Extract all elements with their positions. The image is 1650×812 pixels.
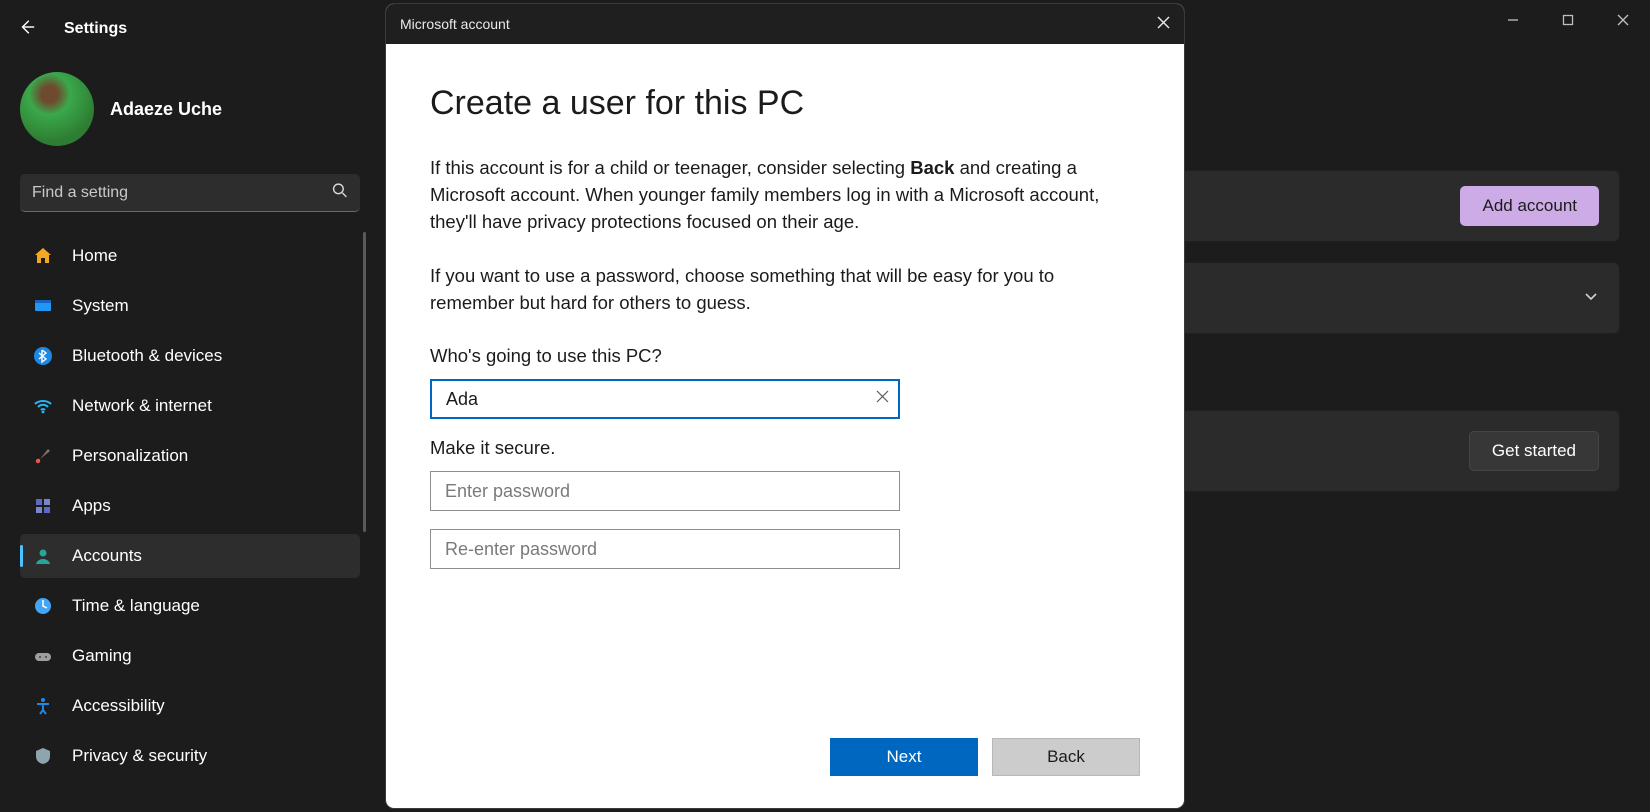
sidebar-item-label: Gaming [72,646,132,666]
apps-icon [32,495,54,517]
username-input[interactable] [430,379,900,419]
back-button-dialog[interactable]: Back [992,738,1140,776]
home-icon [32,245,54,267]
sidebar-item-label: Network & internet [72,396,212,416]
back-button[interactable] [18,18,36,41]
shield-icon [32,745,54,767]
profile-block[interactable]: Adaeze Uche [20,72,370,146]
dialog-paragraph-1: If this account is for a child or teenag… [430,155,1140,235]
dialog-close-button[interactable] [1157,16,1170,32]
search-icon [332,183,348,204]
password-confirm-input[interactable] [430,529,900,569]
sidebar-item-bluetooth[interactable]: Bluetooth & devices [20,334,360,378]
gamepad-icon [32,645,54,667]
sidebar-item-label: Home [72,246,117,266]
sidebar-item-label: Accessibility [72,696,165,716]
clock-globe-icon [32,595,54,617]
accessibility-icon [32,695,54,717]
search-input[interactable] [20,174,360,212]
sidebar-item-apps[interactable]: Apps [20,484,360,528]
dialog-title: Microsoft account [400,16,510,32]
window-close-button[interactable] [1595,0,1650,40]
clear-input-button[interactable] [875,389,890,409]
dialog-paragraph-2: If you want to use a password, choose so… [430,263,1140,317]
password-input[interactable] [430,471,900,511]
person-icon [32,545,54,567]
profile-name: Adaeze Uche [110,99,222,120]
sidebar-item-system[interactable]: System [20,284,360,328]
next-button[interactable]: Next [830,738,978,776]
window-minimize-button[interactable] [1485,0,1540,40]
sidebar-item-personalization[interactable]: Personalization [20,434,360,478]
sidebar-item-label: Accounts [72,546,142,566]
avatar [20,72,94,146]
sidebar-item-gaming[interactable]: Gaming [20,634,360,678]
sidebar: Adaeze Uche Home System Bluetooth & devi… [0,58,370,812]
sidebar-item-label: Time & language [72,596,200,616]
sidebar-item-label: Bluetooth & devices [72,346,222,366]
dialog-heading: Create a user for this PC [430,84,1140,123]
bluetooth-icon [32,345,54,367]
username-label: Who's going to use this PC? [430,345,1140,367]
sidebar-item-label: Apps [72,496,111,516]
app-title: Settings [64,20,127,38]
sidebar-item-accounts[interactable]: Accounts [20,534,360,578]
sidebar-item-time-language[interactable]: Time & language [20,584,360,628]
get-started-button[interactable]: Get started [1469,431,1599,471]
sidebar-item-label: System [72,296,129,316]
sidebar-item-accessibility[interactable]: Accessibility [20,684,360,728]
password-section-label: Make it secure. [430,437,1140,459]
system-icon [32,295,54,317]
sidebar-item-label: Personalization [72,446,188,466]
window-maximize-button[interactable] [1540,0,1595,40]
sidebar-item-privacy[interactable]: Privacy & security [20,734,360,778]
chevron-down-icon [1583,288,1599,309]
sidebar-item-label: Privacy & security [72,746,207,766]
add-account-button[interactable]: Add account [1460,186,1599,226]
brush-icon [32,445,54,467]
wifi-icon [32,395,54,417]
microsoft-account-dialog: Microsoft account Create a user for this… [386,4,1184,808]
sidebar-item-home[interactable]: Home [20,234,360,278]
sidebar-scrollbar[interactable] [363,232,366,532]
sidebar-item-network[interactable]: Network & internet [20,384,360,428]
